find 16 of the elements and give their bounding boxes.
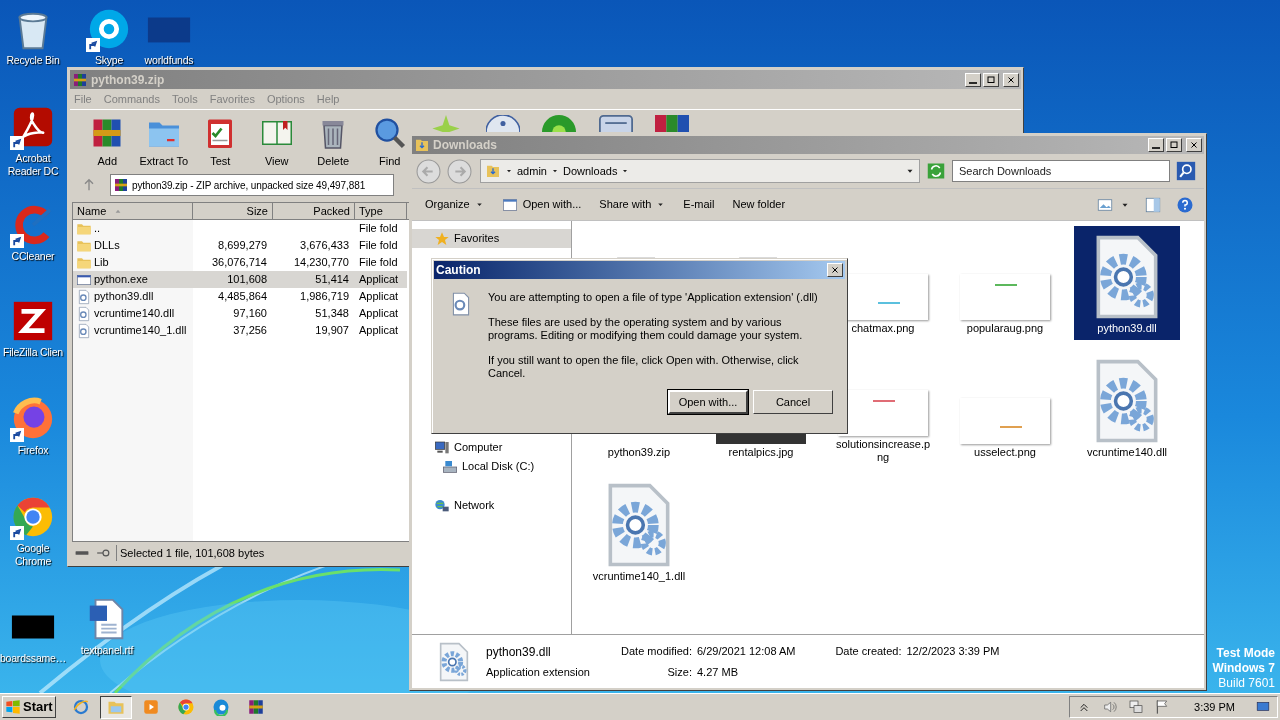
browser-icon bbox=[212, 698, 230, 716]
browser-icon bbox=[72, 698, 90, 716]
show-desktop-icon bbox=[1255, 700, 1271, 714]
archive-books-icon bbox=[247, 698, 265, 716]
speaker-icon bbox=[1102, 699, 1119, 715]
media-player-icon bbox=[142, 698, 160, 716]
start-button[interactable]: Start bbox=[2, 696, 56, 718]
show-desktop-button[interactable] bbox=[1255, 700, 1271, 714]
tray-button[interactable] bbox=[1128, 699, 1145, 715]
tray-button[interactable] bbox=[1154, 699, 1171, 715]
flag-icon bbox=[1154, 699, 1171, 715]
clock: 3:39 PM bbox=[1194, 699, 1235, 715]
windows-logo-icon bbox=[5, 699, 21, 715]
network-status-icon bbox=[1128, 699, 1145, 715]
taskbar-app[interactable] bbox=[100, 695, 132, 719]
browser-icon bbox=[177, 698, 195, 716]
